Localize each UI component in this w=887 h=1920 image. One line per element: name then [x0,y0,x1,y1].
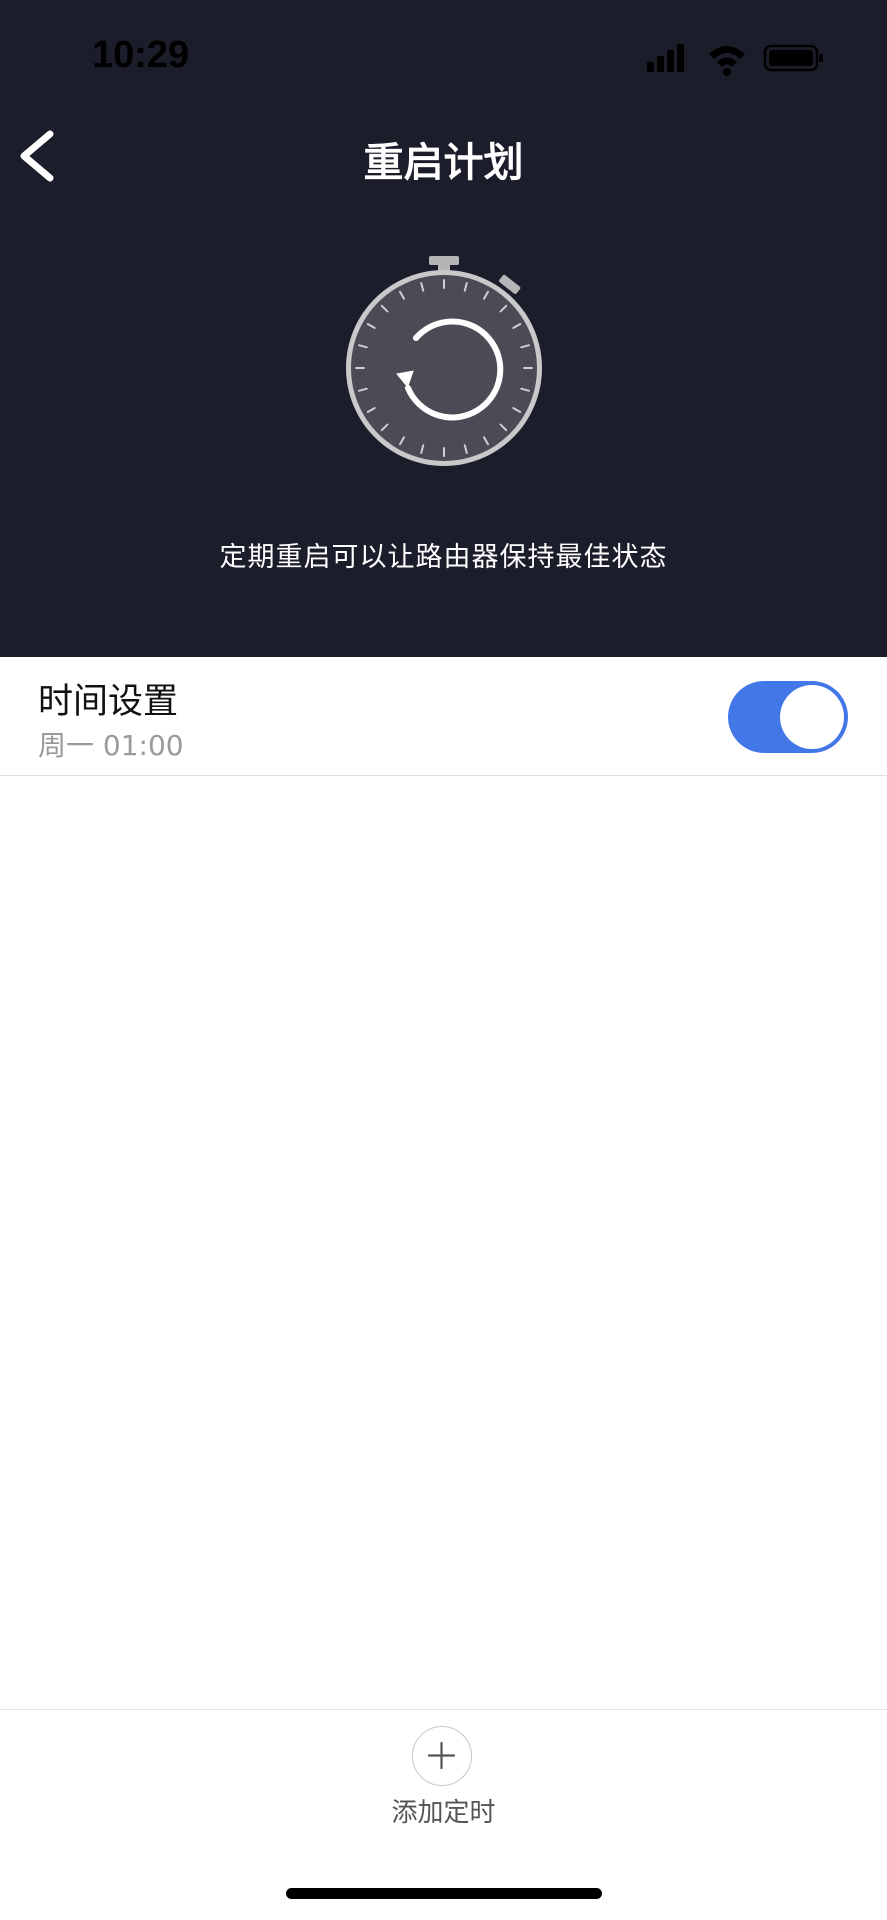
status-time: 10:29 [92,34,190,76]
schedule-title: 时间设置 [38,682,179,722]
toggle-knob [780,685,844,749]
add-timer-button[interactable] [412,1726,472,1786]
schedule-toggle[interactable] [728,681,848,753]
wifi-icon [709,46,745,76]
plus-icon [427,1741,456,1770]
home-indicator [286,1888,602,1899]
add-timer-label: 添加定时 [391,1798,496,1828]
hero-subtitle: 定期重启可以让路由器保持最佳状态 [219,542,668,573]
footer-divider [0,1709,887,1710]
schedule-value: 周一 01:00 [38,729,184,762]
header-banner: 10:29 重启计划 定期重启可以让路由器保持最佳状态 [0,0,887,657]
status-icons [647,44,823,76]
schedule-row[interactable]: 时间设置 周一 01:00 [0,657,887,776]
page-title: 重启计划 [363,140,524,186]
stopwatch-restart-icon [346,256,542,466]
battery-icon [763,44,823,72]
cellular-signal-icon [647,44,684,72]
